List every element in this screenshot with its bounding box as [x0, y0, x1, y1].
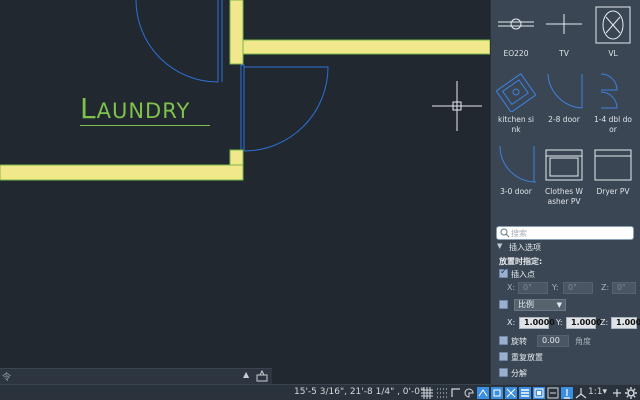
transparency-icon[interactable]	[533, 387, 545, 399]
block-tile-label: 3-0 door	[500, 187, 532, 196]
block-tile-label: kitchen si nk	[498, 115, 534, 134]
annotation-scale-icon[interactable]	[575, 387, 587, 399]
door-swing-arc	[135, 0, 219, 83]
door-leaf-right	[240, 64, 245, 151]
snap-mode-icon[interactable]	[436, 387, 448, 399]
door-3-0-icon	[499, 145, 537, 183]
block-tile-kitchen-sink[interactable]: kitchen si nk	[493, 72, 539, 135]
search-icon	[500, 228, 510, 238]
insert-y-label: Y:	[552, 283, 559, 292]
block-tile-door-2-8[interactable]: 2-8 door	[541, 72, 587, 125]
dryer-icon	[594, 149, 632, 181]
coordinate-readout: 15'-5 3/16", 21'-8 1/4" , 0'-0"	[294, 387, 425, 397]
block-tile-vl[interactable]: VL	[590, 6, 636, 59]
command-customize-icon[interactable]	[256, 370, 268, 382]
scale-z-field[interactable]: 1.000	[611, 317, 640, 329]
block-tile-label: TV	[559, 49, 569, 58]
room-label-rest: AUNDRY	[96, 99, 191, 123]
room-label-initial: L	[80, 92, 97, 125]
block-search-box[interactable]	[496, 226, 634, 240]
plus-icon[interactable]	[611, 387, 623, 399]
tv-symbol-icon	[546, 14, 582, 34]
angle-unit-label: 角度	[575, 337, 591, 346]
insert-z-field[interactable]: 0"	[612, 282, 636, 294]
explode-label: 分解	[511, 369, 527, 378]
block-tile-label: EO220	[503, 49, 529, 58]
wall-horizontal-top	[242, 39, 490, 55]
wall-vertical-top	[229, 0, 244, 65]
scale-checkbox[interactable]	[499, 300, 508, 309]
room-label-laundry: LAUNDRY	[80, 92, 190, 125]
gear-icon[interactable]	[625, 387, 637, 399]
scale-dropdown[interactable]: 比例 ▼	[514, 299, 566, 311]
block-tile-label: 2-8 door	[548, 115, 580, 124]
rotate-angle-field[interactable]: 0.00	[537, 335, 569, 347]
scale-x-field[interactable]: 1.0000	[519, 317, 555, 329]
repeat-placement-checkbox[interactable]	[499, 352, 508, 361]
dynamic-ucs-icon[interactable]	[561, 387, 573, 399]
scale-dropdown-value: 比例	[518, 300, 534, 309]
block-tile-label: Clothes W asher PV	[545, 187, 583, 206]
block-tile-eo220[interactable]: EO220	[493, 6, 539, 59]
chevron-down-icon: ▼	[556, 301, 562, 309]
wall-horizontal-bottom	[0, 164, 244, 181]
ortho-mode-icon[interactable]	[450, 387, 462, 399]
repeat-placement-label: 重复放置	[511, 353, 543, 362]
status-bar: 15'-5 3/16", 21'-8 1/4" , 0'-0" 1:1▾	[0, 384, 640, 400]
scale-z-label: Z:	[600, 318, 609, 327]
selection-cycling-icon[interactable]	[547, 387, 559, 399]
block-tile-door-3-0[interactable]: 3-0 door	[493, 144, 539, 197]
polar-tracking-icon[interactable]	[463, 387, 475, 399]
room-label-underline	[80, 125, 210, 126]
block-tile-tv[interactable]: TV	[541, 6, 587, 59]
lineweight-icon[interactable]	[519, 387, 531, 399]
insert-point-label: 插入点	[511, 270, 535, 279]
grid-display-icon[interactable]	[421, 387, 433, 399]
rotate-checkbox[interactable]	[499, 336, 508, 345]
drawing-canvas[interactable]: LAUNDRY	[0, 0, 490, 384]
annotation-scale-value[interactable]: 1:1▾	[588, 387, 607, 397]
scale-y-label: Y:	[556, 318, 563, 327]
object-snap-icon[interactable]	[505, 387, 517, 399]
object-snap-tracking-icon[interactable]	[491, 387, 503, 399]
rotate-label: 旋转	[511, 337, 527, 346]
eo220-symbol-icon	[498, 18, 534, 30]
insert-z-label: Z:	[601, 283, 610, 292]
block-tile-label: 1-4 dbl do or	[594, 115, 632, 134]
command-history-caret[interactable]: ▲	[243, 370, 249, 379]
search-input[interactable]	[511, 227, 631, 239]
block-tile-label: Dryer PV	[596, 187, 630, 196]
block-tile-door-1-4-dbl[interactable]: 1-4 dbl do or	[590, 72, 636, 135]
insert-point-checkbox[interactable]	[499, 267, 508, 278]
vl-symbol-icon	[595, 6, 631, 44]
block-tile-clothes-washer[interactable]: Clothes W asher PV	[541, 144, 587, 207]
door-1-4-dbl-icon	[600, 73, 618, 109]
door-swing-arc-right	[243, 66, 329, 152]
explode-checkbox[interactable]	[499, 368, 508, 377]
door-2-8-icon	[547, 73, 583, 109]
insert-x-label: X:	[507, 283, 516, 292]
collapse-triangle-icon[interactable]: ▼	[497, 242, 502, 250]
floor-plan-drawing	[0, 0, 490, 181]
place-when-label: 放置时指定:	[499, 257, 543, 266]
insert-options-title[interactable]: 插入选项	[509, 242, 541, 253]
kitchen-sink-icon	[495, 73, 537, 113]
insert-x-field[interactable]: 0"	[518, 282, 548, 294]
command-line[interactable]: 令 ▲	[0, 368, 272, 384]
insert-y-field[interactable]: 0"	[563, 282, 593, 294]
scale-y-field[interactable]: 1.0000	[566, 317, 602, 329]
isodraft-icon[interactable]	[477, 387, 489, 399]
block-tile-dryer[interactable]: Dryer PV	[590, 144, 636, 197]
scale-x-label: X:	[507, 318, 516, 327]
block-tile-label: VL	[608, 49, 618, 58]
washer-icon	[545, 149, 583, 181]
command-prompt: 令	[2, 373, 12, 383]
